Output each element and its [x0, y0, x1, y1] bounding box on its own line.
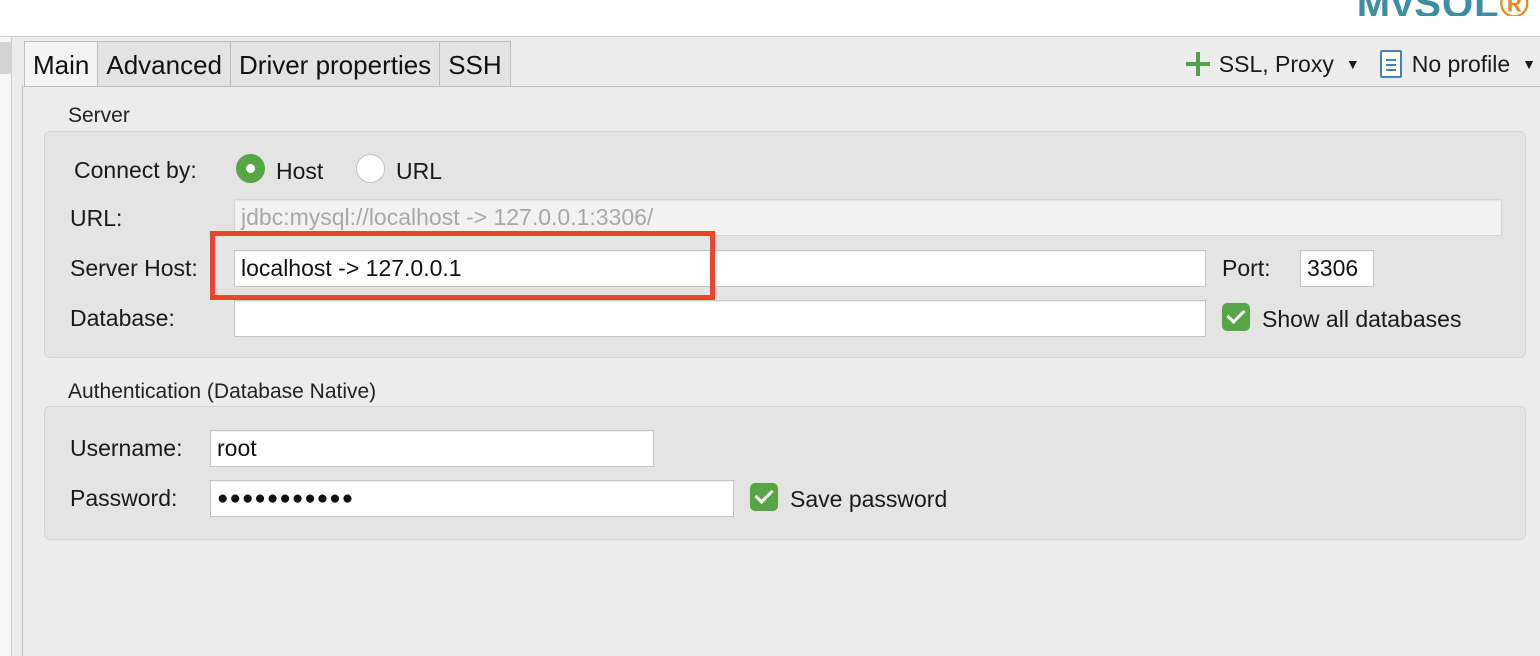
- password-label: Password:: [70, 485, 178, 511]
- plus-icon: [1185, 51, 1211, 77]
- chevron-down-icon: ▼: [1522, 56, 1536, 72]
- window-header: MySQL®: [0, 0, 1540, 37]
- profile-dropdown[interactable]: No profile ▼: [1379, 50, 1536, 78]
- username-label: Username:: [70, 435, 183, 461]
- left-gutter: [0, 37, 12, 656]
- connection-toolbar: SSL, Proxy ▼ No profile ▼: [1165, 46, 1536, 82]
- server-host-label: Server Host:: [70, 255, 198, 281]
- database-label: Database:: [70, 305, 175, 331]
- port-field[interactable]: 3306: [1300, 250, 1374, 287]
- password-field[interactable]: ●●●●●●●●●●●: [210, 480, 734, 517]
- url-radio[interactable]: [356, 154, 385, 183]
- connect-by-label: Connect by:: [74, 157, 197, 183]
- show-all-databases-label[interactable]: Show all databases: [1262, 306, 1461, 333]
- gutter-scroll-handle[interactable]: [0, 42, 12, 74]
- document-icon: [1379, 50, 1402, 78]
- save-password-label[interactable]: Save password: [790, 486, 947, 513]
- mysql-logo: MySQL®: [1357, 0, 1530, 16]
- save-password-checkbox[interactable]: [750, 483, 778, 511]
- profile-label: No profile: [1411, 50, 1511, 77]
- host-radio-label[interactable]: Host: [276, 158, 323, 185]
- tab-main[interactable]: Main: [24, 41, 99, 87]
- ssl-proxy-dropdown[interactable]: SSL, Proxy ▼: [1185, 51, 1360, 78]
- host-radio[interactable]: [236, 154, 265, 183]
- tab-bar: Main Advanced Driver properties SSH: [24, 41, 511, 87]
- tab-bar-underline: [24, 86, 1540, 87]
- server-section-title: Server: [68, 104, 130, 127]
- url-radio-label[interactable]: URL: [396, 158, 442, 185]
- auth-group: [44, 406, 1526, 540]
- database-field[interactable]: [234, 300, 1206, 337]
- port-label: Port:: [1222, 255, 1271, 281]
- username-field[interactable]: root: [210, 430, 654, 467]
- show-all-databases-checkbox[interactable]: [1222, 303, 1250, 331]
- ssl-proxy-label: SSL, Proxy: [1218, 50, 1334, 77]
- tab-advanced[interactable]: Advanced: [97, 41, 232, 87]
- auth-section-title: Authentication (Database Native): [68, 380, 377, 403]
- url-label: URL:: [70, 205, 123, 231]
- chevron-down-icon: ▼: [1345, 56, 1360, 72]
- tab-ssh[interactable]: SSH: [439, 41, 511, 87]
- content-border: [22, 86, 23, 656]
- highlight-annotation: [210, 231, 715, 300]
- tab-driver-properties[interactable]: Driver properties: [230, 41, 441, 87]
